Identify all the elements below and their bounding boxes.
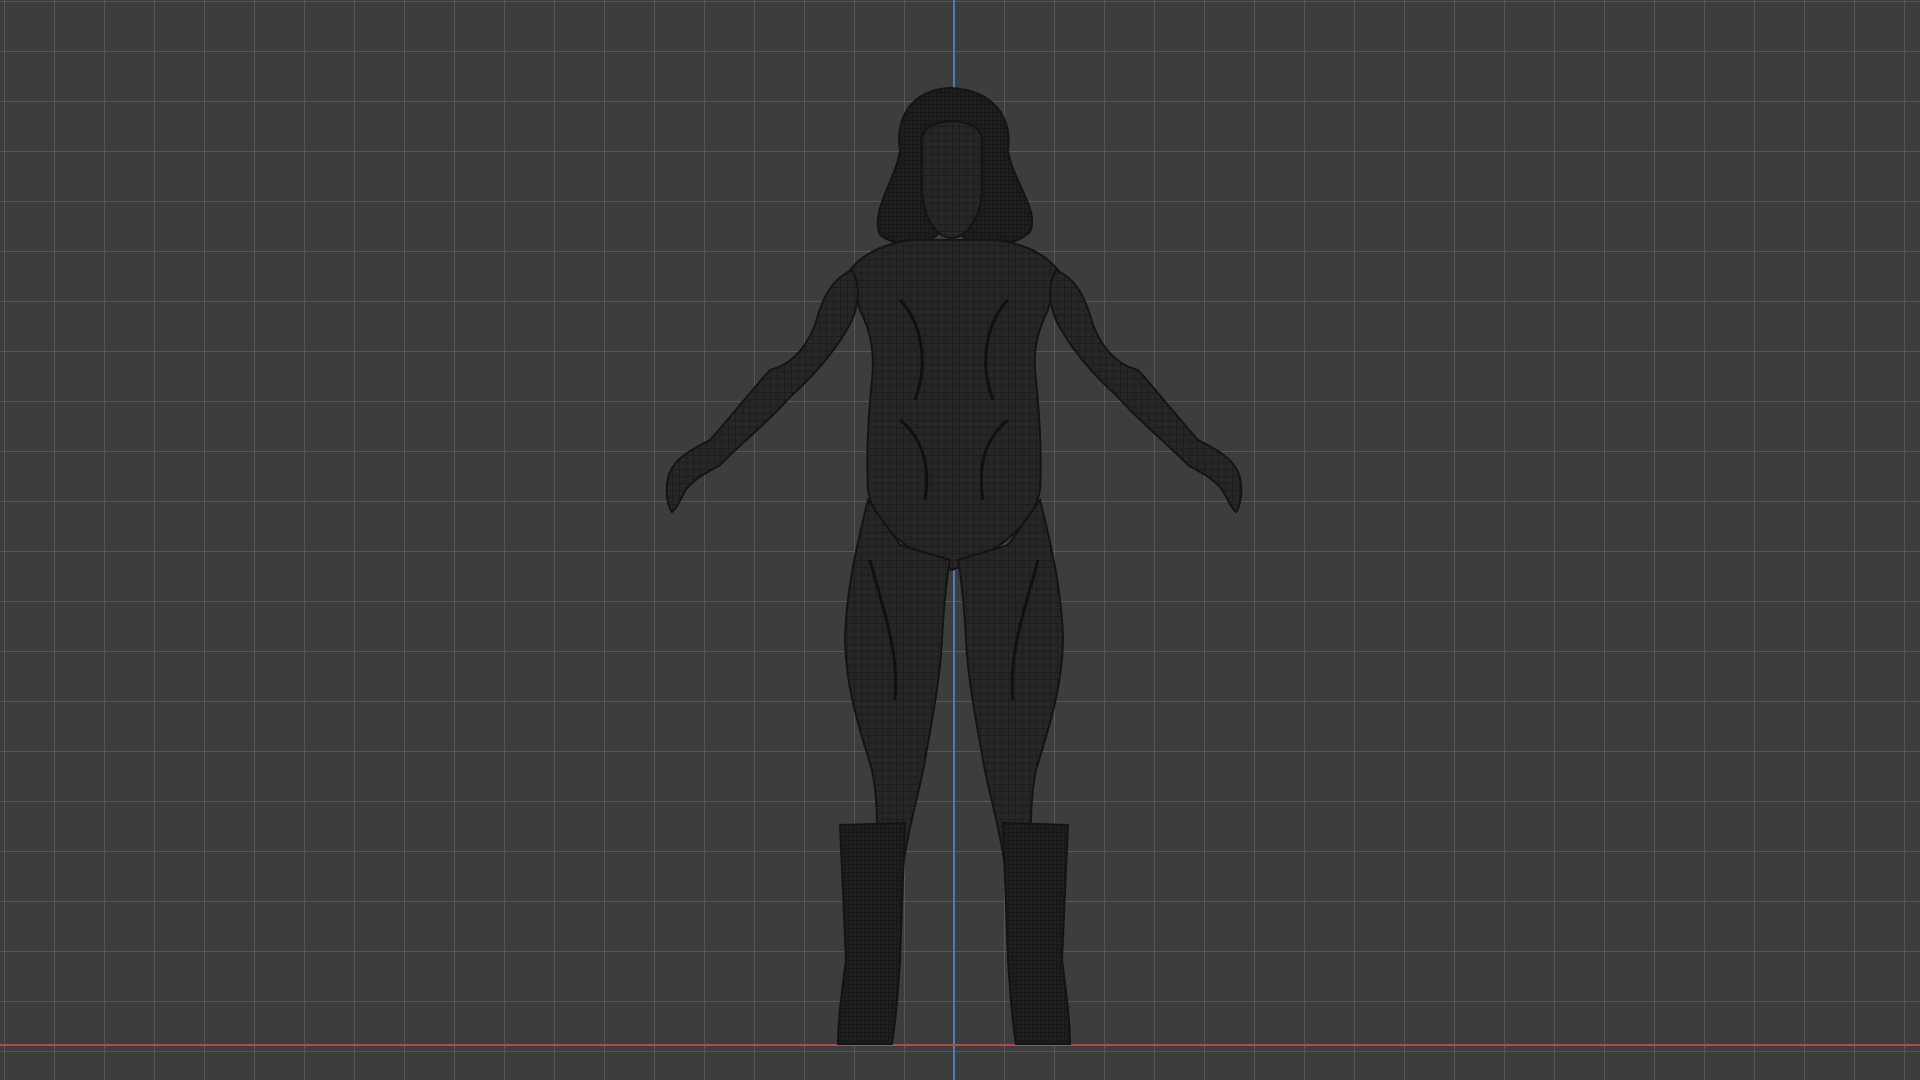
left-arm-mesh bbox=[665, 268, 859, 514]
left-boot-mesh bbox=[836, 821, 907, 1045]
3d-viewport[interactable] bbox=[0, 0, 1920, 1080]
right-arm-mesh bbox=[1049, 268, 1243, 514]
character-wireframe-model[interactable] bbox=[0, 0, 1920, 1080]
model-body bbox=[665, 86, 1243, 1045]
face-mesh bbox=[921, 120, 983, 240]
right-boot-mesh bbox=[1001, 821, 1072, 1045]
